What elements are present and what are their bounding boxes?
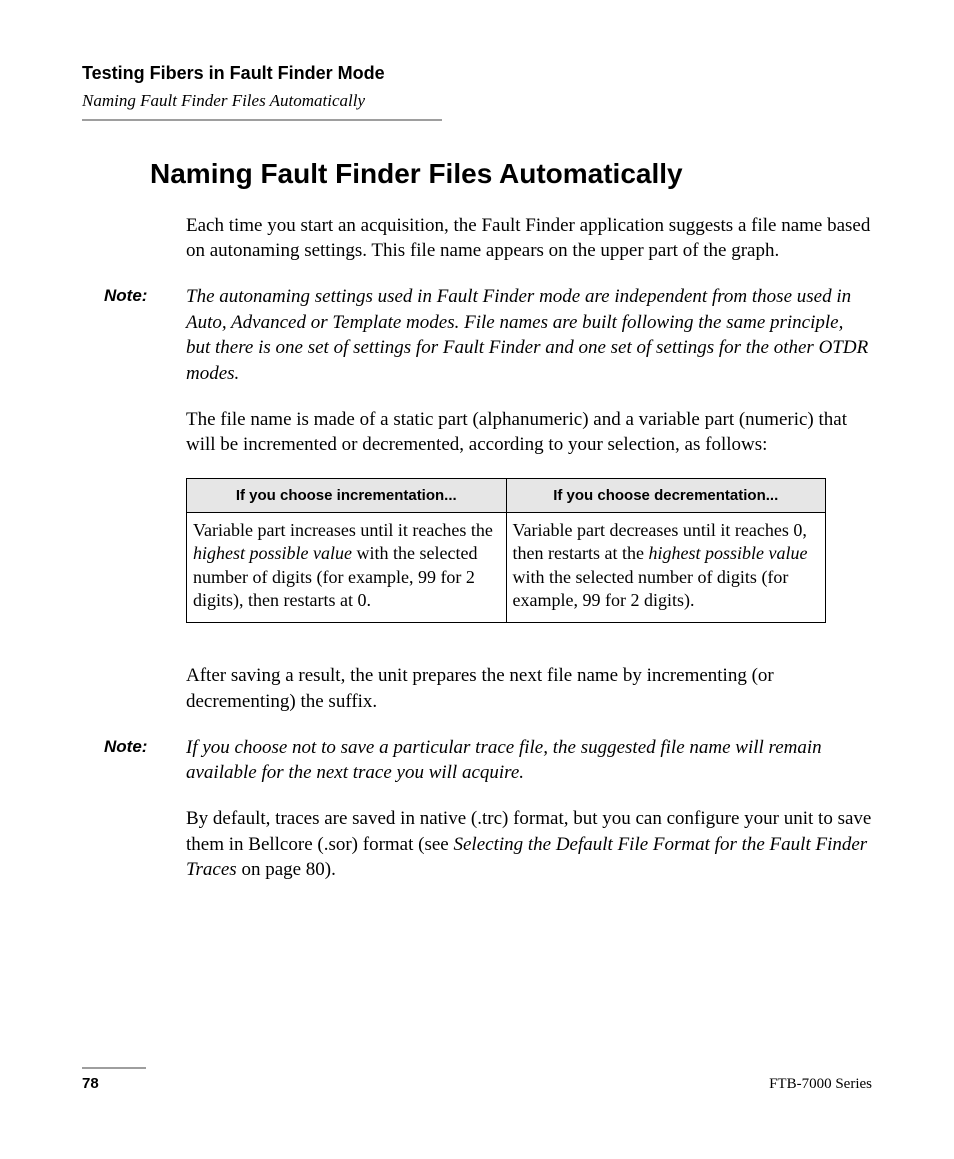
cell-text: with the selected number of digits (for … [513, 567, 789, 610]
body-text: on page 80). [237, 859, 336, 880]
cell-italic: highest possible value [193, 543, 352, 563]
page-number: 78 [82, 1075, 99, 1092]
header-divider [82, 119, 442, 121]
section-title: Naming Fault Finder Files Automatically [150, 157, 872, 191]
table-cell-increment: Variable part increases until it reaches… [187, 512, 507, 623]
chapter-title: Testing Fibers in Fault Finder Mode [82, 62, 872, 85]
footer-divider [82, 1067, 146, 1069]
table-row: Variable part increases until it reaches… [187, 512, 826, 623]
paragraph-after-save: After saving a result, the unit prepares… [186, 663, 872, 714]
cell-italic: highest possible value [648, 543, 807, 563]
paragraph-filename-structure: The file name is made of a static part (… [186, 407, 872, 458]
paragraph-file-format: By default, traces are saved in native (… [186, 806, 872, 883]
table-header-increment: If you choose incrementation... [187, 478, 507, 512]
note-label: Note: [104, 735, 186, 786]
note-label: Note: [104, 284, 186, 387]
note-text: If you choose not to save a particular t… [186, 735, 872, 786]
page-footer: 78 FTB-7000 Series [82, 1067, 872, 1093]
table-cell-decrement: Variable part decreases until it reaches… [506, 512, 826, 623]
note-text: The autonaming settings used in Fault Fi… [186, 284, 872, 387]
cell-text: Variable part increases until it reaches… [193, 520, 493, 540]
series-name: FTB-7000 Series [769, 1076, 872, 1093]
running-section: Naming Fault Finder Files Automatically [82, 89, 872, 113]
increment-decrement-table: If you choose incrementation... If you c… [186, 478, 826, 624]
table-header-decrement: If you choose decrementation... [506, 478, 826, 512]
intro-paragraph: Each time you start an acquisition, the … [186, 213, 872, 264]
note-block-2: Note: If you choose not to save a partic… [104, 735, 872, 786]
note-block-1: Note: The autonaming settings used in Fa… [104, 284, 872, 387]
